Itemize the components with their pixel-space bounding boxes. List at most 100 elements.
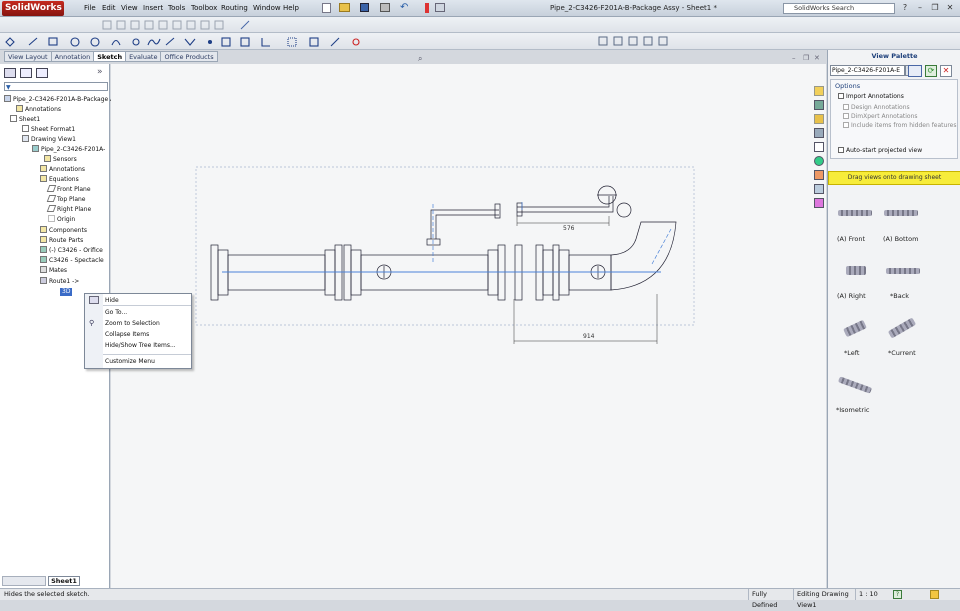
solidworks-logo[interactable]: SolidWorks xyxy=(2,1,64,16)
close-button[interactable]: ✕ xyxy=(945,3,955,13)
search-results-icon[interactable] xyxy=(814,128,824,138)
drawing-canvas[interactable]: 576 914 ⌕ – ❐ ✕ xyxy=(111,54,826,588)
undo-icon[interactable]: ↶ xyxy=(400,2,408,13)
tree-item-mates[interactable]: Mates xyxy=(40,266,67,275)
status-help-icon[interactable]: ? xyxy=(893,590,902,599)
tree-item-origin[interactable]: Origin xyxy=(48,215,75,224)
tree-item-equations[interactable]: Equations xyxy=(40,175,79,184)
tree-item-sensors[interactable]: Sensors xyxy=(44,155,77,164)
context-menu-hide[interactable]: Hide xyxy=(105,297,119,304)
options-icon[interactable] xyxy=(435,3,445,12)
view-label-bottom[interactable]: (A) Bottom xyxy=(883,235,918,243)
tree-item-spectacle[interactable]: C3426 - Spectacle xyxy=(40,256,104,265)
print-icon[interactable] xyxy=(380,3,390,12)
configuration-manager-icon[interactable] xyxy=(36,68,48,78)
file-explorer-icon[interactable] xyxy=(814,114,824,124)
menu-view[interactable]: View xyxy=(121,4,138,12)
restore-button[interactable]: ❐ xyxy=(930,3,940,13)
tab-evaluate[interactable]: Evaluate xyxy=(125,51,162,62)
tree-horizontal-scrollbar[interactable] xyxy=(2,576,46,586)
tab-annotation[interactable]: Annotation xyxy=(50,51,95,62)
expand-panel-icon[interactable]: » xyxy=(97,67,103,77)
design-annotations-checkbox[interactable]: Design Annotations xyxy=(843,104,910,111)
dimxpert-annotations-checkbox[interactable]: DimXpert Annotations xyxy=(843,113,918,120)
auto-start-checkbox[interactable]: Auto-start projected view xyxy=(838,147,922,154)
context-menu-goto[interactable]: Go To... xyxy=(105,309,127,316)
feature-manager-icon[interactable] xyxy=(4,68,16,78)
context-menu-zoom-selection[interactable]: Zoom to Selection xyxy=(105,320,160,327)
rebuild-status-icon[interactable] xyxy=(930,590,939,599)
view-thumb-right[interactable] xyxy=(846,266,866,275)
rebuild-icon[interactable] xyxy=(425,3,429,13)
custom-properties-icon[interactable] xyxy=(814,170,824,180)
view-label-isometric[interactable]: *Isometric xyxy=(836,406,869,414)
view-label-current[interactable]: *Current xyxy=(888,349,916,357)
view-label-left[interactable]: *Left xyxy=(844,349,859,357)
view-thumb-back[interactable] xyxy=(886,268,920,274)
tasks-icon[interactable] xyxy=(814,198,824,208)
view-thumb-left[interactable] xyxy=(843,319,867,338)
view-thumb-front[interactable] xyxy=(838,210,872,216)
tree-item-right-plane[interactable]: Right Plane xyxy=(46,205,91,214)
sheet-tab[interactable]: Sheet1 xyxy=(48,576,80,586)
context-menu-collapse[interactable]: Collapse Items xyxy=(105,331,149,338)
view-palette-tab-icon[interactable] xyxy=(814,142,824,152)
resources-icon[interactable] xyxy=(814,86,824,96)
menu-edit[interactable]: Edit xyxy=(102,4,116,12)
clear-all-icon[interactable]: ✕ xyxy=(940,65,952,77)
tree-item-annotations[interactable]: Annotations xyxy=(16,105,61,114)
tree-item-3dsketch-selected[interactable]: 3D xyxy=(60,288,73,296)
view-thumb-current[interactable] xyxy=(887,317,917,339)
sustainability-icon[interactable] xyxy=(814,184,824,194)
tree-item-orifice[interactable]: (-) C3426 - Orifice xyxy=(40,246,103,255)
tree-filter-input[interactable]: ▼ xyxy=(4,82,108,91)
tree-item-top-plane[interactable]: Top Plane xyxy=(46,195,86,204)
menu-tools[interactable]: Tools xyxy=(168,4,185,12)
tree-item-route1[interactable]: Route1 -> xyxy=(40,277,79,286)
refresh-icon[interactable]: ⟳ xyxy=(925,65,937,77)
tree-item-part[interactable]: Pipe_2-C3426-F201A- xyxy=(32,145,105,154)
menu-routing[interactable]: Routing xyxy=(221,4,248,12)
design-library-icon[interactable] xyxy=(814,100,824,110)
tree-item-sheet1[interactable]: Sheet1 xyxy=(10,115,40,124)
include-hidden-checkbox[interactable]: Include items from hidden features xyxy=(843,122,956,129)
status-defined: Fully Defined xyxy=(748,589,792,609)
menu-file[interactable]: File xyxy=(84,4,96,12)
view-thumb-isometric[interactable] xyxy=(837,376,873,394)
tree-item-route-parts[interactable]: Route Parts xyxy=(40,236,83,245)
browse-button[interactable] xyxy=(908,65,922,77)
tree-item-drawing-view[interactable]: Drawing View1 xyxy=(22,135,76,144)
tab-view-layout[interactable]: View Layout xyxy=(4,51,52,62)
minimize-button[interactable]: – xyxy=(915,3,925,13)
menu-insert[interactable]: Insert xyxy=(143,4,163,12)
view-label-back[interactable]: *Back xyxy=(890,292,909,300)
context-menu-hide-show-tree[interactable]: Hide/Show Tree Items... xyxy=(105,342,176,349)
tab-sketch[interactable]: Sketch xyxy=(93,51,127,62)
new-document-icon[interactable] xyxy=(322,3,331,13)
save-icon[interactable] xyxy=(360,3,369,12)
zoom-fit-icon[interactable]: ⌕ xyxy=(418,54,422,64)
tree-root[interactable]: Pipe_2-C3426-F201A-B-Package A xyxy=(4,95,114,104)
appearances-icon[interactable] xyxy=(814,156,824,166)
property-manager-icon[interactable] xyxy=(20,68,32,78)
minimize-view-icon[interactable]: – xyxy=(792,54,796,62)
context-menu-customize[interactable]: Customize Menu xyxy=(105,358,155,365)
tab-office-products[interactable]: Office Products xyxy=(160,51,218,62)
open-folder-icon[interactable] xyxy=(339,3,350,12)
tree-item-annotations-sub[interactable]: Annotations xyxy=(40,165,85,174)
tree-item-components[interactable]: Components xyxy=(40,226,87,235)
close-view-icon[interactable]: ✕ xyxy=(814,54,820,62)
menu-toolbox[interactable]: Toolbox xyxy=(191,4,217,12)
tree-item-sheet-format[interactable]: Sheet Format1 xyxy=(22,125,75,134)
view-label-right[interactable]: (A) Right xyxy=(837,292,866,300)
tree-item-front-plane[interactable]: Front Plane xyxy=(46,185,91,194)
model-dropdown[interactable]: Pipe_2-C3426-F201A-E xyxy=(830,65,905,76)
view-thumb-bottom[interactable] xyxy=(884,210,918,216)
menu-window[interactable]: Window xyxy=(253,4,281,12)
view-label-front[interactable]: (A) Front xyxy=(837,235,865,243)
import-annotations-checkbox[interactable]: Import Annotations xyxy=(838,93,904,100)
help-icon[interactable]: ? xyxy=(900,3,910,13)
restore-view-icon[interactable]: ❐ xyxy=(803,54,809,62)
menu-help[interactable]: Help xyxy=(283,4,299,12)
search-input[interactable]: SolidWorks Search xyxy=(783,3,895,14)
